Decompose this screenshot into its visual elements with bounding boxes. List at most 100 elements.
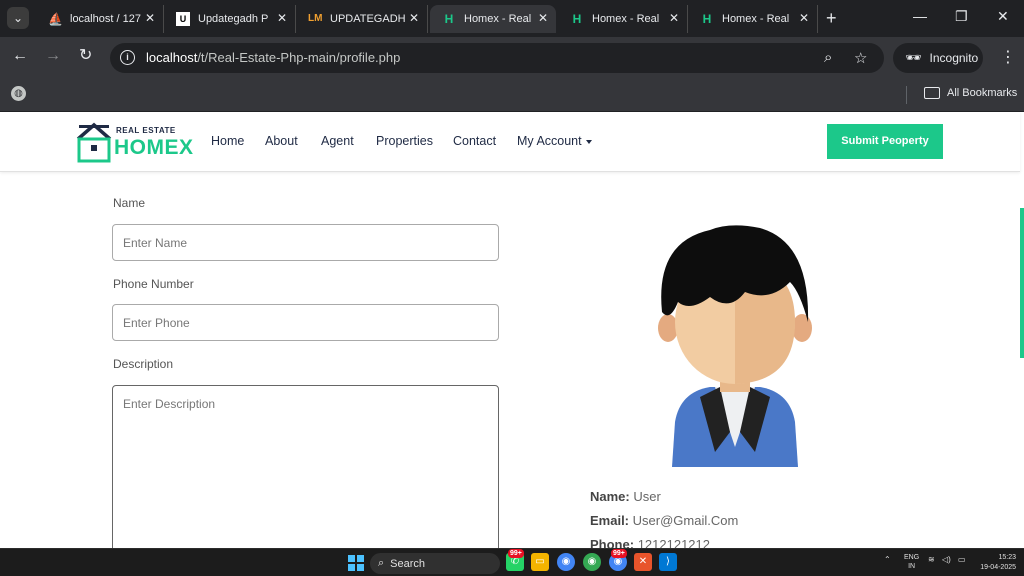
tab-title: Homex - Real [722, 13, 790, 25]
more-menu-icon[interactable]: ⋮ [1000, 47, 1016, 67]
close-icon[interactable]: ✕ [799, 11, 809, 25]
site-header: REAL ESTATE HOMEX Home About Agent Prope… [0, 112, 1020, 172]
tab-homex[interactable]: H Homex - Real ✕ [558, 5, 688, 33]
bookmark-separator [906, 86, 907, 104]
nav-home[interactable]: Home [211, 134, 244, 148]
updategadh-lm-icon: LM [308, 13, 323, 24]
tab-title: Homex - Real [592, 13, 660, 25]
forward-arrow-icon[interactable]: → [45, 48, 61, 64]
description-label: Description [113, 357, 174, 371]
profile-name-key: Name: [590, 489, 630, 504]
profile-phone-key: Phone: [590, 537, 635, 548]
chrome-profile-icon[interactable]: ◉ [583, 553, 601, 571]
nav-properties[interactable]: Properties [376, 134, 433, 148]
bookmarks-bar: ◍ All Bookmarks [0, 79, 1024, 112]
notification-badge: 99+ [508, 549, 524, 558]
profile-email-value: User@Gmail.Com [632, 513, 739, 528]
incognito-icon: 🕶 [905, 50, 922, 65]
chrome-icon[interactable]: ◉ [557, 553, 575, 571]
search-icon: ⌕ [378, 557, 385, 569]
restore-icon[interactable]: ❐ [955, 8, 968, 25]
wifi-icon[interactable]: ≋ [928, 555, 935, 564]
homex-h-icon: H [572, 12, 582, 26]
nav-contact[interactable]: Contact [453, 134, 496, 148]
phone-input[interactable] [112, 304, 499, 341]
url-text[interactable]: localhost/t/Real-Estate-Php-main/profile… [146, 50, 400, 65]
chrome-alt-icon[interactable]: ◉ 99+ [609, 549, 627, 571]
close-icon[interactable]: ✕ [409, 11, 419, 25]
close-icon[interactable]: ✕ [669, 11, 679, 25]
url-host: localhost [146, 50, 198, 65]
profile-name-value: User [633, 489, 661, 504]
nav-my-account-label: My Account [517, 134, 582, 148]
tab-updategadh-p[interactable]: U Updategadh P ✕ [164, 5, 296, 33]
site-info-icon[interactable]: i [120, 50, 135, 65]
profile-phone-row: Phone: 1212121212 [590, 537, 710, 548]
xampp-icon[interactable]: ✕ [634, 553, 652, 571]
caret-down-icon [585, 139, 592, 144]
house-logo-icon [76, 122, 112, 163]
submit-property-button[interactable]: Submit Peoperty [827, 124, 943, 159]
reload-icon[interactable]: ↻ [79, 48, 92, 64]
close-icon[interactable]: ✕ [145, 11, 155, 25]
homex-h-icon: H [702, 12, 712, 26]
profile-name-row: Name: User [590, 489, 661, 504]
tab-title: localhost / 127 [70, 13, 141, 25]
tab-title: UPDATEGADH [330, 13, 406, 25]
taskbar-search[interactable]: ⌕ Search [370, 553, 500, 574]
folder-icon [924, 87, 940, 99]
all-bookmarks-button[interactable]: All Bookmarks [924, 87, 1017, 99]
vscode-icon[interactable]: ⟩ [659, 553, 677, 571]
minimize-icon[interactable]: — [913, 8, 927, 24]
nav-agent[interactable]: Agent [321, 134, 354, 148]
page-viewport: REAL ESTATE HOMEX Home About Agent Prope… [0, 112, 1024, 548]
name-label: Name [113, 196, 146, 210]
language-indicator[interactable]: ENG IN [904, 553, 919, 571]
nav-about[interactable]: About [265, 134, 298, 148]
close-icon[interactable]: ✕ [277, 11, 287, 25]
window-close-icon[interactable]: ✕ [997, 8, 1009, 25]
zoom-magnifier-icon[interactable]: ⌕ [824, 49, 832, 66]
profile-phone-value: 1212121212 [637, 537, 710, 548]
lang-top: ENG [904, 554, 920, 561]
tab-title: Updategadh P [198, 13, 269, 25]
tab-homex[interactable]: H Homex - Real ✕ [688, 5, 818, 33]
profile-email-row: Email: User@Gmail.Com [590, 513, 738, 528]
updategadh-icon: U [176, 12, 190, 26]
nav-my-account[interactable]: My Account [517, 134, 592, 148]
scrollbar-thumb[interactable] [1020, 208, 1024, 358]
bookmark-star-icon[interactable]: ☆ [854, 49, 867, 67]
all-bookmarks-label: All Bookmarks [947, 87, 1018, 99]
globe-icon[interactable]: ◍ [11, 86, 26, 101]
homex-logo[interactable]: REAL ESTATE HOMEX [76, 121, 193, 163]
profile-email-key: Email: [590, 513, 630, 528]
clock-time: 15:23 [998, 554, 1016, 561]
logo-subtitle: REAL ESTATE [116, 126, 176, 135]
address-bar[interactable]: i localhost/t/Real-Estate-Php-main/profi… [110, 43, 884, 73]
windows-start-icon[interactable] [348, 555, 364, 571]
tab-updategadh[interactable]: LM UPDATEGADH ✕ [296, 5, 428, 33]
file-explorer-icon[interactable]: ▭ [531, 553, 549, 571]
back-arrow-icon[interactable]: ← [12, 48, 28, 64]
phone-label: Phone Number [113, 277, 194, 291]
browser-toolbar: ← → ↻ i localhost/t/Real-Estate-Php-main… [0, 37, 1024, 79]
new-tab-plus-icon[interactable]: + [826, 9, 837, 27]
tab-homex-active[interactable]: H Homex - Real ✕ [430, 5, 556, 33]
logo-title: HOMEX [114, 136, 194, 159]
close-icon[interactable]: ✕ [538, 11, 548, 25]
description-textarea[interactable] [112, 385, 499, 548]
system-clock[interactable]: 15:23 19-04-2025 [976, 553, 1016, 573]
tab-phpmyadmin[interactable]: ⛵ localhost / 127 ✕ [36, 5, 164, 33]
user-avatar [658, 225, 812, 467]
tray-chevron-icon[interactable]: ⌃ [884, 555, 891, 564]
tab-search-chevron-icon[interactable]: ⌄ [7, 7, 29, 29]
phpmyadmin-icon: ⛵ [48, 12, 63, 26]
battery-icon[interactable]: ▭ [958, 555, 966, 564]
url-path: /t/Real-Estate-Php-main/profile.php [197, 50, 401, 65]
volume-icon[interactable]: ◁) [942, 555, 951, 564]
whatsapp-icon[interactable]: ✆ 99+ [506, 549, 524, 571]
windows-taskbar: ⌕ Search ✆ 99+ ▭ ◉ ◉ ◉ 99+ ✕ ⟩ ⌃ ENG IN ≋ … [0, 548, 1024, 576]
incognito-indicator[interactable]: 🕶 Incognito [893, 43, 983, 73]
name-input[interactable] [112, 224, 499, 261]
notification-badge: 99+ [611, 549, 627, 558]
